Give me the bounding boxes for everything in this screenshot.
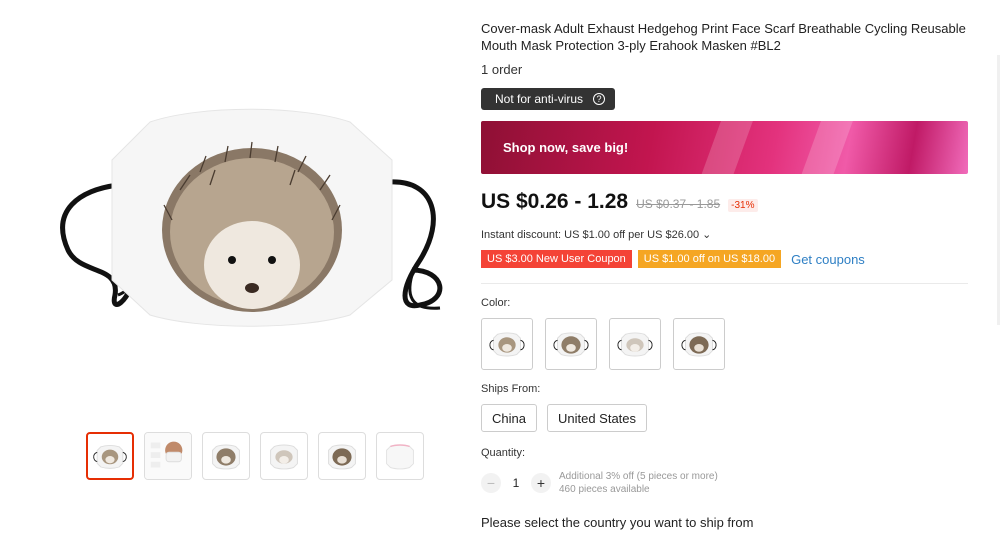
color-option-2[interactable] [545, 318, 597, 370]
notice-text: Not for anti-virus [495, 92, 584, 106]
quantity-info: Additional 3% off (5 pieces or more) 460… [559, 470, 718, 496]
get-coupons-link[interactable]: Get coupons [791, 252, 865, 267]
product-title: Cover-mask Adult Exhaust Hedgehog Print … [481, 21, 966, 53]
color-option-3[interactable] [609, 318, 661, 370]
divider [481, 283, 968, 284]
pieces-available-text: 460 pieces available [559, 484, 650, 495]
instant-discount[interactable]: Instant discount: US $1.00 off per US $2… [481, 228, 711, 241]
thumbnail-4[interactable] [260, 432, 308, 480]
anti-virus-notice[interactable]: Not for anti-virus ? [481, 88, 616, 110]
color-options [481, 318, 725, 370]
ships-from-china[interactable]: China [481, 404, 537, 432]
quantity-stepper: − + Additional 3% off (5 pieces or more)… [481, 470, 718, 496]
discount-badge: -31% [728, 199, 758, 212]
thumbnail-strip [86, 432, 424, 480]
main-product-image[interactable] [40, 60, 460, 390]
current-price: US $0.26 - 1.28 [481, 190, 629, 213]
question-circle-icon[interactable]: ? [593, 93, 606, 105]
bulk-offer-text: Additional 3% off (5 pieces or more) [559, 471, 718, 482]
thumbnail-6[interactable] [376, 432, 424, 480]
promo-banner[interactable]: Shop now, save big! [481, 121, 968, 174]
color-option-4[interactable] [673, 318, 725, 370]
color-label: Color: [481, 297, 511, 309]
ships-from-label: Ships From: [481, 383, 541, 395]
thumbnail-5[interactable] [318, 432, 366, 480]
coupon-row: US $3.00 New User Coupon US $1.00 off on… [481, 250, 865, 268]
store-coupon[interactable]: US $1.00 off on US $18.00 [637, 250, 782, 268]
banner-decoration [694, 121, 758, 174]
order-count: 1 order [481, 62, 523, 77]
quantity-input[interactable] [501, 476, 531, 490]
new-user-coupon[interactable]: US $3.00 New User Coupon [481, 250, 632, 268]
price-row: US $0.26 - 1.28 US $0.37 - 1.85 -31% [481, 190, 758, 214]
ship-country-message: Please select the country you want to sh… [481, 515, 754, 530]
color-option-1[interactable] [481, 318, 533, 370]
banner-decoration [794, 121, 858, 174]
product-gallery [0, 0, 470, 545]
original-price: US $0.37 - 1.85 [636, 197, 721, 211]
ships-from-options: China United States [481, 404, 648, 432]
thumbnail-2[interactable] [144, 432, 192, 480]
banner-text: Shop now, save big! [503, 140, 629, 155]
quantity-label: Quantity: [481, 447, 526, 459]
thumbnail-3[interactable] [202, 432, 250, 480]
quantity-decrease-button[interactable]: − [481, 473, 501, 493]
ships-from-united-states[interactable]: United States [546, 404, 648, 432]
thumbnail-1[interactable] [86, 432, 134, 480]
quantity-increase-button[interactable]: + [531, 473, 551, 493]
